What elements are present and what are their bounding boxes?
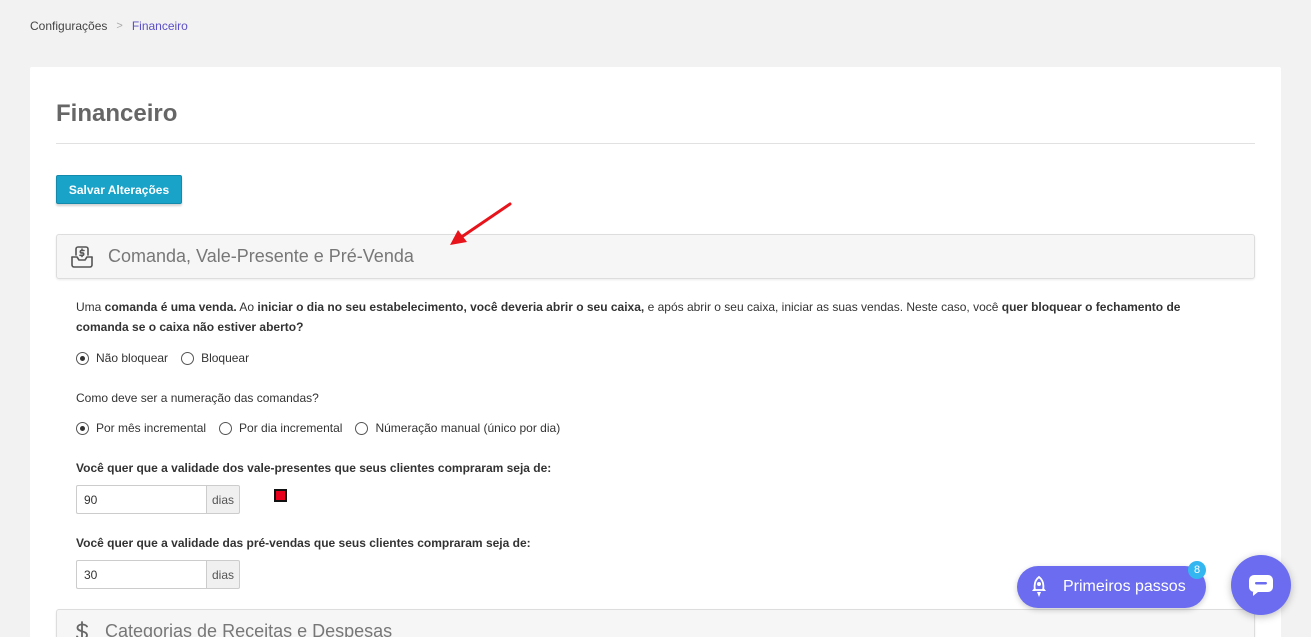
q1-part-bold: comanda é uma venda. [104,300,237,314]
primeiros-passos-label: Primeiros passos [1063,578,1186,595]
question-caixa-text: Uma comanda é uma venda. Ao iniciar o di… [76,297,1226,337]
notification-badge: 8 [1188,561,1206,579]
breadcrumb: Configurações > Financeiro [30,19,188,33]
radio-option-nao-bloquear[interactable]: Não bloquear [76,351,168,365]
radio-button[interactable] [355,421,369,435]
section-header-categorias[interactable]: Categorias de Receitas e Despesas [56,609,1255,637]
radio-group-bloqueio: Não bloquear Bloquear [76,351,262,365]
dollar-icon [69,619,95,637]
breadcrumb-item-configuracoes[interactable]: Configurações [30,19,107,33]
radio-option-por-dia[interactable]: Por dia incremental [219,421,342,435]
question-pre-venda-text: Você quer que a validade das pré-vendas … [76,536,531,550]
radio-option-por-mes[interactable]: Por mês incremental [76,421,206,435]
section-title: Comanda, Vale-Presente e Pré-Venda [108,246,414,266]
chat-button[interactable] [1231,555,1291,615]
money-tray-icon [69,244,95,270]
pre-venda-days-input[interactable] [76,560,206,589]
q1-part: e após abrir o seu caixa, iniciar as sua… [644,300,1002,314]
q1-part-bold: iniciar o dia no seu estabelecimento, vo… [257,300,645,314]
days-addon: dias [206,485,240,514]
question-vale-presente-text: Você quer que a validade dos vale-presen… [76,461,552,475]
settings-card: Financeiro Salvar Alterações Comanda, Va… [30,67,1281,637]
section-header-comanda[interactable]: Comanda, Vale-Presente e Pré-Venda [56,234,1255,279]
vale-presente-days-input[interactable] [76,485,206,514]
save-changes-button[interactable]: Salvar Alterações [56,175,182,204]
chat-icon [1249,575,1273,596]
radio-button[interactable] [76,351,89,365]
radio-label: Por dia incremental [239,421,343,435]
breadcrumb-separator: > [116,20,123,32]
annotation-marker [274,489,287,502]
radio-option-bloquear[interactable]: Bloquear [181,351,249,365]
days-addon: dias [206,560,240,589]
radio-label: Númeração manual (único por dia) [375,421,561,435]
radio-button[interactable] [219,421,233,435]
radio-label: Não bloquear [96,351,169,365]
radio-button[interactable] [181,351,195,365]
vale-presente-validity-group: dias [76,485,240,514]
section-title: Categorias de Receitas e Despesas [105,621,393,637]
radio-option-manual[interactable]: Númeração manual (único por dia) [355,421,560,435]
breadcrumb-item-financeiro[interactable]: Financeiro [132,19,188,33]
q1-part: Uma [76,300,105,314]
question-numeracao-text: Como deve ser a numeração das comandas? [76,391,319,405]
pre-venda-validity-group: dias [76,560,240,589]
radio-button[interactable] [76,421,89,435]
radio-group-numeracao: Por mês incremental Por dia incremental … [76,421,573,435]
annotation-arrow [450,202,512,245]
radio-label: Por mês incremental [96,421,207,435]
q1-part: Ao [236,300,258,314]
rocket-icon [1032,576,1046,597]
title-divider [56,143,1255,144]
radio-label: Bloquear [201,351,250,365]
primeiros-passos-button[interactable]: Primeiros passos [1017,566,1206,608]
page-title: Financeiro [56,100,178,127]
